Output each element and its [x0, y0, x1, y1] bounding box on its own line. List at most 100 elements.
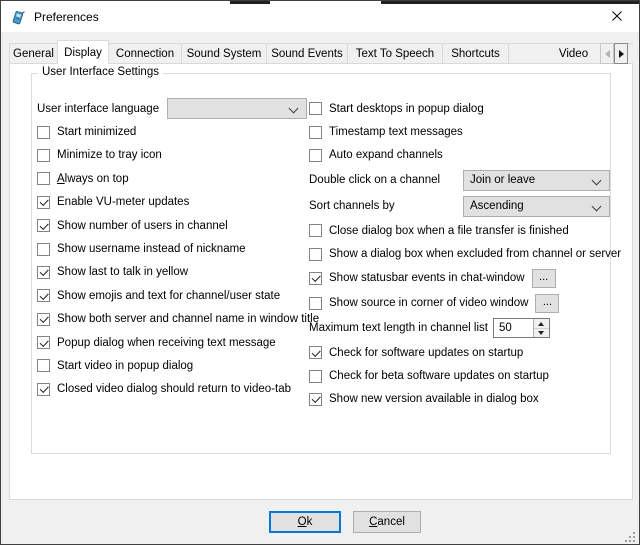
combo-value: Ascending — [470, 200, 524, 212]
checkbox-label: Show new version available in dialog box — [329, 393, 539, 405]
tab-connection[interactable]: Connection — [108, 43, 182, 64]
checkbox-row-show-emojis-and-text-for-channel-user-state[interactable]: Show emojis and text for channel/user st… — [37, 284, 307, 307]
tab-sound-events[interactable]: Sound Events — [266, 43, 348, 64]
checkbox-row-show-a-dialog-box-when-excluded-from-channel-or-server[interactable]: Show a dialog box when excluded from cha… — [309, 243, 610, 266]
preferences-window: Preferences GeneralDisplayConnectionSoun… — [0, 0, 640, 545]
checkbox-label: Minimize to tray icon — [57, 149, 162, 161]
tab-display[interactable]: Display — [57, 40, 109, 64]
tab-sound-system[interactable]: Sound System — [181, 43, 267, 64]
checkbox[interactable] — [309, 102, 322, 115]
checkbox[interactable] — [309, 346, 322, 359]
chevron-down-icon — [592, 201, 602, 211]
spin-down-button[interactable] — [534, 329, 549, 338]
tab-scroll-right-button[interactable] — [614, 43, 628, 64]
tab-label: Text To Speech — [356, 48, 434, 60]
checkbox-label: Check for beta software updates on start… — [329, 370, 549, 382]
checkbox-label: Start desktops in popup dialog — [329, 103, 484, 115]
checkbox-row-minimize-to-tray-icon[interactable]: Minimize to tray icon — [37, 144, 307, 167]
checkbox[interactable] — [37, 336, 50, 349]
triangle-right-icon — [619, 50, 624, 58]
checkbox-row-start-minimized[interactable]: Start minimized — [37, 120, 307, 143]
tab-bar: GeneralDisplayConnectionSound SystemSoun… — [9, 40, 633, 64]
tab-label: Video — [559, 48, 588, 60]
label: Minimize to tray icon — [57, 149, 162, 161]
checkbox[interactable] — [37, 243, 50, 256]
spin-up-button[interactable] — [534, 319, 549, 329]
right-settings-column: Start desktops in popup dialog Timestamp … — [309, 97, 610, 411]
checkbox[interactable] — [37, 149, 50, 162]
user-interface-language-combobox[interactable] — [167, 98, 307, 119]
checkbox[interactable] — [309, 149, 322, 162]
checkbox-row-check-for-software-updates-on-startup[interactable]: Check for software updates on startup — [309, 341, 610, 364]
show-source-in-corner-of-video-window-ellipsis-button[interactable]: ... — [535, 294, 559, 313]
tab-general[interactable]: General — [9, 43, 58, 64]
label: Show emojis and text for channel/user st… — [57, 290, 280, 302]
checkbox[interactable] — [37, 359, 50, 372]
resize-grip[interactable] — [625, 530, 636, 541]
checkbox-label: Always on top — [57, 173, 129, 185]
checkbox-row-timestamp-text-messages[interactable]: Timestamp text messages — [309, 120, 610, 143]
checkbox[interactable] — [309, 126, 322, 139]
tab-text-to-speech[interactable]: Text To Speech — [347, 43, 443, 64]
field-label: Sort channels by — [309, 200, 395, 212]
checkbox-row-enable-vu-meter-updates[interactable]: Enable VU-meter updates — [37, 191, 307, 214]
checkbox-row-auto-expand-channels[interactable]: Auto expand channels — [309, 144, 610, 167]
tab-shortcuts[interactable]: Shortcuts — [442, 43, 509, 64]
checkbox[interactable] — [37, 219, 50, 232]
field-label: Double click on a channel — [309, 174, 440, 186]
label: Popup dialog when receiving text message — [57, 337, 276, 349]
cancel-button[interactable]: Cancel — [353, 511, 421, 533]
combo-row-double-click-on-a-channel: Double click on a channel Join or leave — [309, 167, 610, 193]
checkbox[interactable] — [309, 248, 322, 261]
checkbox-row-show-source-in-corner-of-video-window[interactable]: Show source in corner of video window... — [309, 291, 610, 316]
checkbox-row-show-username-instead-of-nickname[interactable]: Show username instead of nickname — [37, 237, 307, 260]
checkbox[interactable] — [37, 196, 50, 209]
checkbox-row-check-for-beta-software-updates-on-startup[interactable]: Check for beta software updates on start… — [309, 364, 610, 387]
checkbox-label: Show username instead of nickname — [57, 243, 246, 255]
checkbox-row-show-number-of-users-in-channel[interactable]: Show number of users in channel — [37, 214, 307, 237]
checkbox[interactable] — [309, 297, 322, 310]
double-click-on-a-channel-combobox[interactable]: Join or leave — [463, 170, 610, 191]
checkbox[interactable] — [37, 313, 50, 326]
checkbox-label: Closed video dialog should return to vid… — [57, 383, 291, 395]
language-row: User interface language — [37, 97, 307, 120]
max-text-length-spinbox[interactable]: 50 — [493, 318, 550, 338]
checkbox-label: Popup dialog when receiving text message — [57, 337, 276, 349]
combo-value: Join or leave — [470, 174, 535, 186]
checkbox-row-show-statusbar-events-in-chat-window[interactable]: Show statusbar events in chat-window... — [309, 266, 610, 291]
checkbox[interactable] — [309, 224, 322, 237]
checkbox[interactable] — [309, 370, 322, 383]
checkbox-row-closed-video-dialog-should-return-to-video-tab[interactable]: Closed video dialog should return to vid… — [37, 378, 307, 401]
checkbox-row-always-on-top[interactable]: Always on top — [37, 167, 307, 190]
checkbox[interactable] — [309, 272, 322, 285]
checkbox-label: Show source in corner of video window — [329, 297, 528, 309]
label: Close dialog box when a file transfer is… — [329, 225, 569, 237]
label: Show source in corner of video window — [329, 297, 528, 309]
checkbox[interactable] — [37, 383, 50, 396]
max-text-length-input[interactable]: 50 — [494, 319, 533, 337]
checkbox[interactable] — [37, 172, 50, 185]
close-button[interactable] — [594, 1, 639, 32]
checkbox[interactable] — [37, 289, 50, 302]
checkbox-row-show-new-version-available-in-dialog-box[interactable]: Show new version available in dialog box — [309, 388, 610, 411]
checkbox-row-show-last-to-talk-in-yellow[interactable]: Show last to talk in yellow — [37, 261, 307, 284]
label: Show number of users in channel — [57, 220, 228, 232]
checkbox-row-show-both-server-and-channel-name-in-window-title[interactable]: Show both server and channel name in win… — [37, 308, 307, 331]
label: Show a dialog box when excluded from cha… — [329, 248, 621, 260]
tab-scrollers — [600, 43, 628, 64]
chevron-down-icon — [592, 175, 602, 185]
checkbox-label: Show emojis and text for channel/user st… — [57, 290, 280, 302]
checkbox[interactable] — [37, 126, 50, 139]
checkbox-label: Check for software updates on startup — [329, 347, 523, 359]
checkbox-row-start-desktops-in-popup-dialog[interactable]: Start desktops in popup dialog — [309, 97, 610, 120]
ok-button[interactable]: Ok — [269, 511, 341, 533]
checkbox-label: Close dialog box when a file transfer is… — [329, 225, 569, 237]
show-statusbar-events-in-chat-window-ellipsis-button[interactable]: ... — [532, 269, 556, 288]
tab-scroll-left-button[interactable] — [600, 43, 614, 64]
checkbox[interactable] — [37, 266, 50, 279]
sort-channels-by-combobox[interactable]: Ascending — [463, 196, 610, 217]
checkbox-row-close-dialog-box-when-a-file-transfer-is-finished[interactable]: Close dialog box when a file transfer is… — [309, 219, 610, 242]
checkbox-row-start-video-in-popup-dialog[interactable]: Start video in popup dialog — [37, 354, 307, 377]
checkbox-row-popup-dialog-when-receiving-text-message[interactable]: Popup dialog when receiving text message — [37, 331, 307, 354]
checkbox[interactable] — [309, 393, 322, 406]
